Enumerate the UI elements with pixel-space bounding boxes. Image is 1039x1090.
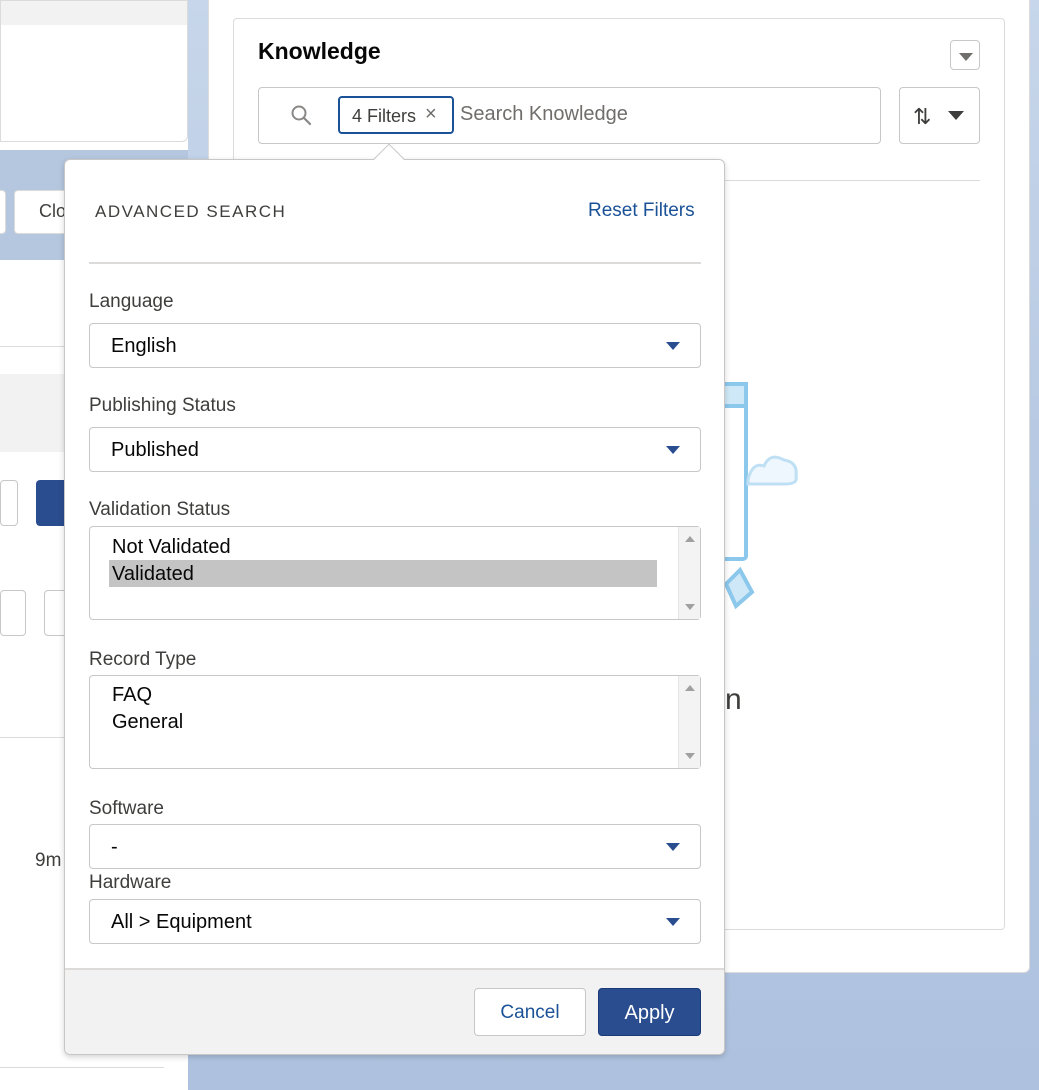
search-icon [291, 105, 312, 126]
hardware-label: Hardware [89, 872, 172, 893]
left-timestamp: 9m [35, 850, 62, 871]
scrollbar[interactable] [678, 676, 700, 768]
language-value: English [111, 335, 177, 357]
publishing-status-label: Publishing Status [89, 395, 236, 416]
left-top-card [0, 0, 188, 142]
left-divider-3 [0, 1067, 164, 1068]
software-value: - [111, 836, 118, 858]
hardware-value: All > Equipment [111, 911, 252, 933]
validation-status-listbox[interactable]: Not Validated Validated [89, 526, 701, 620]
software-label: Software [89, 798, 164, 819]
sort-icon: ⇅ [913, 104, 932, 129]
scroll-up-icon[interactable] [685, 685, 695, 691]
knowledge-title: Knowledge [258, 38, 381, 64]
left-button-partial[interactable] [0, 190, 6, 234]
left-input-partial[interactable] [0, 480, 18, 526]
left-field-partial[interactable] [0, 590, 26, 636]
record-type-label: Record Type [89, 649, 197, 670]
close-icon[interactable]: × [425, 104, 437, 124]
chevron-down-icon [666, 446, 680, 454]
language-select[interactable]: English [89, 323, 701, 368]
validation-status-label: Validation Status [89, 499, 231, 520]
listbox-option-selected[interactable]: Validated [109, 560, 657, 587]
language-label: Language [89, 291, 174, 312]
empty-state-text: n [725, 683, 742, 716]
scroll-down-icon[interactable] [685, 604, 695, 610]
record-type-listbox[interactable]: FAQ General [89, 675, 701, 769]
filter-pill-label: 4 Filters [352, 106, 417, 126]
chevron-down-icon [948, 111, 964, 120]
scrollbar[interactable] [678, 527, 700, 619]
chevron-down-icon [666, 918, 680, 926]
software-select[interactable]: - [89, 824, 701, 869]
listbox-option[interactable]: FAQ [109, 681, 657, 708]
sort-button[interactable] [899, 87, 980, 144]
advanced-search-heading: ADVANCED SEARCH [95, 202, 287, 221]
search-placeholder: Search Knowledge [460, 103, 628, 125]
listbox-option[interactable]: Not Validated [109, 533, 657, 560]
left-close-button-label: Clo [39, 201, 67, 221]
reset-filters-link[interactable]: Reset Filters [588, 200, 695, 222]
chevron-down-icon [666, 843, 680, 851]
listbox-option[interactable]: General [109, 708, 657, 735]
scroll-up-icon[interactable] [685, 536, 695, 542]
publishing-status-value: Published [111, 439, 199, 461]
chevron-down-icon [959, 53, 973, 61]
scroll-down-icon[interactable] [685, 753, 695, 759]
popover-divider [89, 262, 701, 264]
hardware-select[interactable]: All > Equipment [89, 899, 701, 944]
cancel-button[interactable]: Cancel [474, 988, 586, 1036]
knowledge-menu-button[interactable] [950, 40, 980, 70]
apply-button[interactable]: Apply [598, 988, 701, 1036]
chevron-down-icon [666, 342, 680, 350]
publishing-status-select[interactable]: Published [89, 427, 701, 472]
